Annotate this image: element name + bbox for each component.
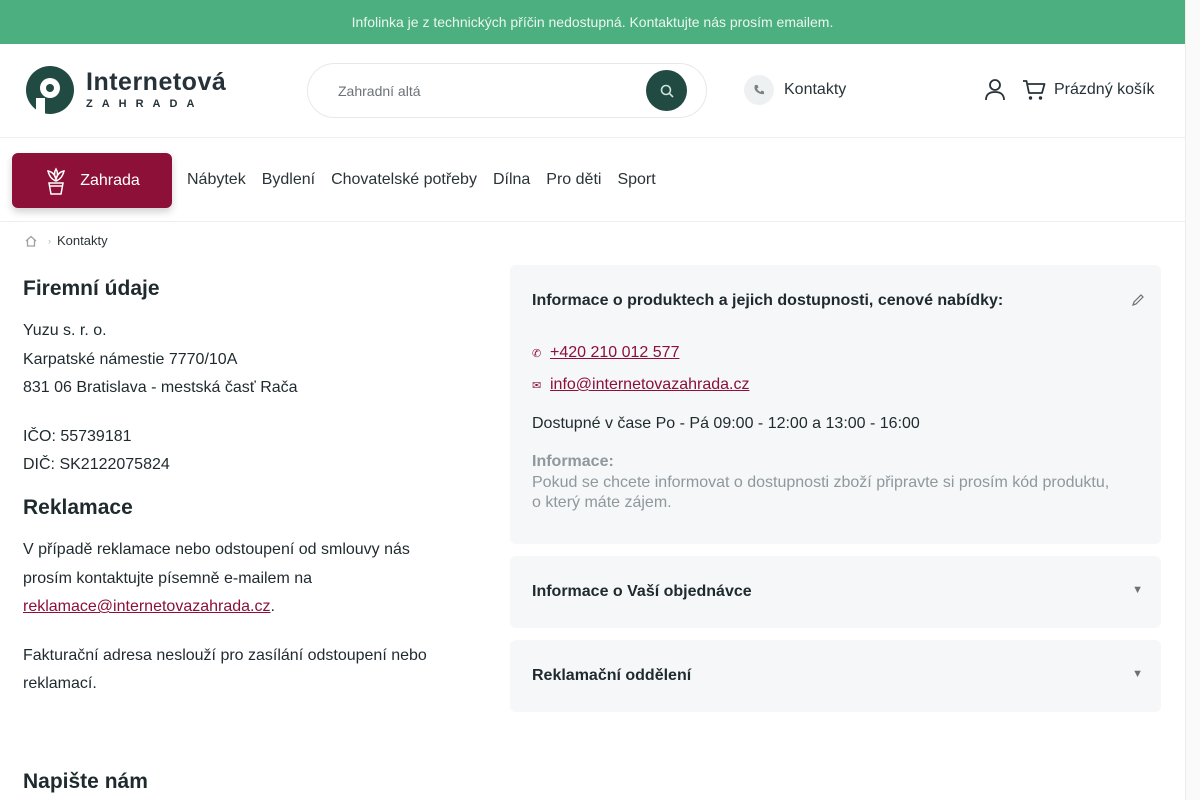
company-ico: IČO: 55739181 <box>23 427 132 445</box>
plant-icon <box>47 167 66 195</box>
nav-item-dilna[interactable]: Dílna <box>493 171 530 189</box>
info-card: Informace o produktech a jejich dostupno… <box>510 265 1161 544</box>
info-hours: Dostupné v čase Po - Pá 09:00 - 12:00 a … <box>532 415 920 432</box>
info-phone-line: ✆ +420 210 012 577 <box>532 344 679 362</box>
contacts-label: Kontakty <box>784 81 847 98</box>
nav-item-chovatelske-potreby[interactable]: Chovatelské potřeby <box>331 171 477 189</box>
logo-text: Internetová ZAHRADA <box>86 70 226 110</box>
claims-note: Fakturační adresa neslouží pro zasílání … <box>23 646 427 693</box>
nav-item-pro-deti[interactable]: Pro děti <box>546 171 601 189</box>
nav-item-zahrada[interactable]: Zahrada <box>12 153 172 208</box>
search-button[interactable] <box>646 70 687 111</box>
info-banner: Infolinka je z technických příčin nedost… <box>0 0 1185 44</box>
order-card-title: Informace o Vaší objednávce <box>532 583 752 600</box>
search-input[interactable] <box>338 78 638 104</box>
nav-items: Nábytek Bydlení Chovatelské potřeby Díln… <box>187 171 656 189</box>
claims-email-link[interactable]: reklamace@internetovazahrada.cz <box>23 598 270 615</box>
company-info: Firemní údaje Yuzu s. r. o. Karpatské ná… <box>23 277 463 699</box>
user-icon[interactable] <box>984 78 1006 102</box>
contact-accordion: Informace o produktech a jejich dostupno… <box>510 265 1161 712</box>
info-phone-link[interactable]: +420 210 012 577 <box>550 344 679 362</box>
claims-title: Reklamace <box>23 495 133 519</box>
chevron-down-icon: ▼ <box>1132 584 1143 596</box>
cart-button[interactable]: Prázdný košík <box>1022 77 1154 103</box>
claims-text: V případě reklamace nebo odstoupení od s… <box>23 536 423 622</box>
edit-icon[interactable] <box>1131 293 1145 307</box>
info-email-line: ✉ info@internetovazahrada.cz <box>532 376 749 394</box>
claims-text-before: V případě reklamace nebo odstoupení od s… <box>23 540 410 587</box>
nav-item-nabytek[interactable]: Nábytek <box>187 171 246 189</box>
nav-item-sport[interactable]: Sport <box>617 171 655 189</box>
mail-icon: ✉ <box>532 379 542 392</box>
company-city: 831 06 Bratislava - mestská časť Rača <box>23 379 298 397</box>
nav-item-bydleni[interactable]: Bydlení <box>262 171 315 189</box>
claims-card[interactable]: Reklamační oddělení ▼ <box>510 640 1161 712</box>
company-dic: DIČ: SK2122075824 <box>23 456 170 474</box>
company-title: Firemní údaje <box>23 277 160 300</box>
cart-icon <box>1023 80 1046 100</box>
breadcrumb: › Kontakty <box>24 233 108 248</box>
page-scrollbar[interactable] <box>1185 0 1200 800</box>
write-us-title: Napište nám <box>23 770 148 793</box>
info-note-label: Informace: <box>532 453 614 470</box>
logo-line-1: Internetová <box>86 68 227 96</box>
logo-line-2: ZAHRADA <box>86 98 204 110</box>
company-name: Yuzu s. r. o. <box>23 322 107 339</box>
chevron-down-icon: ▼ <box>1132 668 1143 680</box>
info-card-title[interactable]: Informace o produktech a jejich dostupno… <box>532 292 1003 310</box>
nav-main-label: Zahrada <box>80 171 140 189</box>
info-note-text: Pokud se chcete informovat o dostupnosti… <box>532 474 1110 511</box>
phone-icon: ✆ <box>532 347 542 360</box>
logo[interactable]: Internetová ZAHRADA <box>24 63 236 117</box>
home-icon[interactable] <box>24 234 38 248</box>
phone-icon <box>744 75 774 105</box>
breadcrumb-current: Kontakty <box>57 233 108 248</box>
info-email-link[interactable]: info@internetovazahrada.cz <box>550 376 749 394</box>
cart-label: Prázdný košík <box>1054 81 1155 98</box>
claims-text-after: . <box>270 598 275 616</box>
main-navigation: Zahrada Nábytek Bydlení Chovatelské potř… <box>0 137 1185 222</box>
search-box <box>307 63 707 118</box>
logo-mark-icon <box>24 64 76 116</box>
order-card[interactable]: Informace o Vaší objednávce ▼ <box>510 556 1161 628</box>
search-icon <box>660 84 674 98</box>
breadcrumb-separator-icon: › <box>48 235 51 246</box>
site-header: Internetová ZAHRADA Kontakty Prázd <box>0 44 1185 137</box>
company-street: Karpatské námestie 7770/10A <box>23 350 238 368</box>
claims-card-title: Reklamační oddělení <box>532 667 692 684</box>
info-banner-text: Infolinka je z technických příčin nedost… <box>351 14 834 30</box>
contacts-link[interactable]: Kontakty <box>744 75 846 105</box>
